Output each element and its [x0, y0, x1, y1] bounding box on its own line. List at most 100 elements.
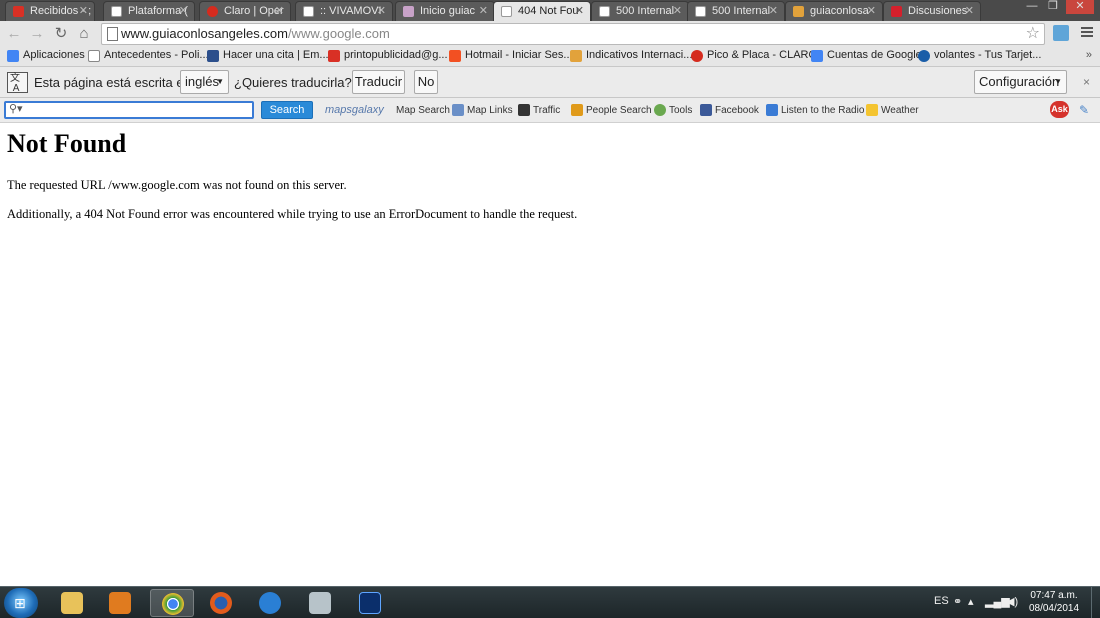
- show-desktop-button[interactable]: [1091, 587, 1100, 618]
- page-icon: [107, 27, 118, 41]
- tab-label: Inicio guiac: [420, 5, 476, 17]
- bookmark-label: volantes - Tus Tarjet...: [934, 49, 1042, 61]
- map-links-button[interactable]: Map Links: [452, 104, 513, 116]
- close-icon[interactable]: ✕: [179, 2, 188, 20]
- bookmark-star-icon[interactable]: ☆: [1026, 24, 1040, 44]
- close-icon[interactable]: ✕: [965, 2, 974, 20]
- bookmark-volantes[interactable]: volantes - Tus Tarjet...: [918, 49, 1042, 62]
- taskbar-media-player[interactable]: [98, 589, 142, 617]
- tab-label: :: VIVAMOVI: [320, 5, 382, 17]
- weather-icon: [866, 104, 878, 116]
- tab-recibidos[interactable]: Recibidos - ; ✕: [5, 1, 95, 21]
- bookmark-cuentas-google[interactable]: Cuentas de Google: [811, 49, 922, 62]
- minimize-button[interactable]: —: [1022, 0, 1042, 14]
- close-icon[interactable]: ✕: [575, 2, 584, 20]
- tab-label: 404 Not Fou: [518, 5, 579, 17]
- close-icon[interactable]: ✕: [867, 2, 876, 20]
- back-button[interactable]: ←: [4, 24, 24, 44]
- home-button[interactable]: ⌂: [74, 24, 94, 44]
- close-translate-button[interactable]: ×: [1083, 75, 1090, 89]
- page-title: Not Found: [7, 129, 127, 158]
- bookmark-indicativos[interactable]: Indicativos Internaci...: [570, 49, 692, 62]
- close-window-button[interactable]: ✕: [1066, 0, 1094, 14]
- reload-button[interactable]: ↻: [51, 24, 71, 44]
- tools-label: Tools: [669, 105, 693, 116]
- map-links-icon: [452, 104, 464, 116]
- maximize-button[interactable]: ❐: [1044, 0, 1062, 14]
- close-icon[interactable]: ✕: [479, 2, 488, 20]
- facebook-label: Facebook: [715, 105, 759, 116]
- tab-404-not-found[interactable]: 404 Not Fou ✕: [493, 1, 591, 21]
- radio-button[interactable]: Listen to the Radio: [766, 104, 864, 116]
- bookmark-printopublicidad[interactable]: printopublicidad@g...: [328, 49, 448, 62]
- tab-plataforma[interactable]: Plataforma (✕: [103, 1, 195, 21]
- no-translate-button[interactable]: No: [414, 70, 438, 94]
- menu-icon[interactable]: [1081, 27, 1093, 39]
- site-icon: [570, 50, 582, 62]
- close-icon[interactable]: ✕: [79, 2, 88, 20]
- address-bar[interactable]: www.guiaconlosangeles.com/www.google.com…: [101, 23, 1045, 45]
- input-language[interactable]: ES: [934, 595, 949, 607]
- traffic-button[interactable]: Traffic: [518, 104, 560, 116]
- facebook-button[interactable]: Facebook: [700, 104, 759, 116]
- tray-network-icon[interactable]: ⚭: [953, 595, 962, 608]
- translate-settings-button[interactable]: Configuración ▼: [974, 70, 1067, 94]
- extension-icon[interactable]: [1053, 25, 1069, 41]
- wrench-icon[interactable]: ✎: [1079, 103, 1089, 117]
- close-icon[interactable]: ✕: [769, 2, 778, 20]
- taskbar-photoshop[interactable]: [348, 589, 392, 617]
- bookmark-hacer-una-cita[interactable]: Hacer una cita | Em...: [207, 49, 329, 62]
- map-search-button[interactable]: Map Search: [381, 105, 450, 116]
- taskbar-explorer[interactable]: [50, 589, 94, 617]
- page-icon: [599, 6, 610, 17]
- close-icon[interactable]: ✕: [275, 2, 284, 20]
- close-icon[interactable]: ✕: [377, 2, 386, 20]
- people-search-button[interactable]: People Search: [571, 104, 652, 116]
- tools-button[interactable]: Tools: [654, 104, 693, 116]
- tab-guiaconlosangeles[interactable]: guiaconlosa ✕: [785, 1, 883, 21]
- tab-strip: Recibidos - ; ✕ Plataforma (✕ Claro | Ope…: [0, 0, 1100, 21]
- bookmark-antecedentes[interactable]: Antecedentes - Poli...: [88, 49, 209, 62]
- taskbar-scanner[interactable]: [298, 589, 342, 617]
- windows-logo-icon: ⊞: [14, 595, 26, 611]
- tab-label: guiaconlosa: [810, 5, 869, 17]
- home-icon: ⌂: [79, 25, 89, 42]
- language-select[interactable]: inglés ▼: [180, 70, 229, 94]
- close-icon[interactable]: ✕: [673, 2, 682, 20]
- claro-icon: [691, 50, 703, 62]
- ask-search-button[interactable]: Search: [261, 101, 313, 119]
- bookmark-pico-placa[interactable]: Pico & Placa - CLARO: [691, 49, 818, 62]
- bookmark-label: Pico & Placa - CLARO: [707, 49, 818, 61]
- taskbar-firefox[interactable]: [199, 589, 243, 617]
- ask-search-input[interactable]: ⚲▾: [4, 101, 254, 119]
- tab-500-internal-1[interactable]: 500 Internal ✕: [591, 1, 689, 21]
- ask-toolbar: ⚲▾ Search mapsgalaxy Map Search Map Link…: [0, 98, 1100, 123]
- map-links-label: Map Links: [467, 105, 513, 116]
- traffic-light-icon: [518, 104, 530, 116]
- bookmark-aplicaciones[interactable]: Aplicaciones: [7, 49, 85, 62]
- tray-volume-icon[interactable]: ◀): [1006, 595, 1018, 608]
- forward-button[interactable]: →: [27, 24, 47, 44]
- taskbar-chrome[interactable]: [150, 589, 194, 617]
- bookmark-hotmail[interactable]: Hotmail - Iniciar Ses...: [449, 49, 573, 62]
- bookmark-label: Aplicaciones: [23, 49, 85, 61]
- tab-vivamovil[interactable]: :: VIVAMOVI ✕: [295, 1, 393, 21]
- weather-button[interactable]: Weather: [866, 104, 919, 116]
- play-icon: [766, 104, 778, 116]
- system-clock[interactable]: 07:47 a.m. 08/04/2014: [1025, 589, 1083, 615]
- bookmark-label: Antecedentes - Poli...: [104, 49, 209, 61]
- error-message: The requested URL /www.google.com was no…: [7, 178, 347, 192]
- more-bookmarks-button[interactable]: »: [1086, 49, 1092, 61]
- ask-logo[interactable]: Ask: [1050, 101, 1069, 118]
- tray-show-hidden-icon[interactable]: ▴: [968, 595, 974, 608]
- translate-button[interactable]: Traducir: [352, 70, 405, 94]
- tab-inicio[interactable]: Inicio guiac ✕: [395, 1, 495, 21]
- taskbar-internet-explorer[interactable]: [248, 589, 292, 617]
- tab-claro[interactable]: Claro | Oper ✕: [199, 1, 291, 21]
- gmail-icon: [328, 50, 340, 62]
- chevron-down-icon: ▼: [216, 77, 224, 86]
- forward-icon: →: [29, 25, 45, 42]
- tab-500-internal-2[interactable]: 500 Internal ✕: [687, 1, 785, 21]
- tab-discusiones[interactable]: Discusiones ✕: [883, 1, 981, 21]
- start-button[interactable]: ⊞: [4, 588, 38, 618]
